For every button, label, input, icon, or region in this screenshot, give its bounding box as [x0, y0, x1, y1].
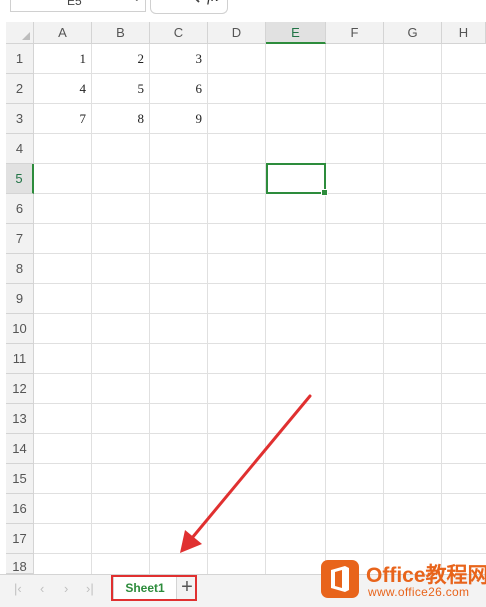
row-header-10[interactable]: 10	[6, 314, 34, 344]
row-header-4[interactable]: 4	[6, 134, 34, 164]
row-header-17[interactable]: 17	[6, 524, 34, 554]
cell-c1[interactable]: 3	[150, 44, 208, 74]
column-header-b[interactable]: B	[92, 22, 150, 44]
gridline	[34, 223, 486, 224]
row-header-7[interactable]: 7	[6, 224, 34, 254]
cell-a2[interactable]: 4	[34, 74, 92, 104]
row-header-9[interactable]: 9	[6, 284, 34, 314]
row-header-3[interactable]: 3	[6, 104, 34, 134]
gridline	[34, 343, 486, 344]
gridline	[34, 493, 486, 494]
cell-b3[interactable]: 8	[92, 104, 150, 134]
gridline	[265, 44, 266, 574]
row-header-8[interactable]: 8	[6, 254, 34, 284]
spreadsheet-grid[interactable]: A B C D E F G H 1 2 3 4 5 6 7 8 9 10 11 …	[0, 0, 486, 606]
row-header-13[interactable]: 13	[6, 404, 34, 434]
column-header-g[interactable]: G	[384, 22, 442, 44]
office-logo-icon	[321, 560, 359, 598]
gridline	[34, 403, 486, 404]
row-header-5[interactable]: 5	[6, 164, 34, 194]
gridline	[34, 283, 486, 284]
next-sheet-icon[interactable]: ›	[64, 581, 68, 596]
row-header-1[interactable]: 1	[6, 44, 34, 74]
cell-c3[interactable]: 9	[150, 104, 208, 134]
row-header-11[interactable]: 11	[6, 344, 34, 374]
active-cell-selection[interactable]	[266, 163, 328, 196]
gridline	[34, 193, 486, 194]
first-sheet-icon[interactable]: |‹	[14, 581, 22, 596]
watermark: Office教程网 www.office26.com	[318, 557, 486, 603]
row-header-16[interactable]: 16	[6, 494, 34, 524]
cell-c2[interactable]: 6	[150, 74, 208, 104]
cell-a3[interactable]: 7	[34, 104, 92, 134]
row-header-6[interactable]: 6	[6, 194, 34, 224]
gridline	[34, 373, 486, 374]
fill-handle[interactable]	[321, 189, 328, 196]
gridline	[441, 44, 442, 574]
gridline	[34, 253, 486, 254]
select-all-corner[interactable]	[6, 22, 34, 44]
gridline	[325, 44, 326, 574]
gridline	[34, 523, 486, 524]
column-header-f[interactable]: F	[326, 22, 384, 44]
gridline	[34, 553, 486, 554]
prev-sheet-icon[interactable]: ‹	[40, 581, 44, 596]
cell-b2[interactable]: 5	[92, 74, 150, 104]
cell-a1[interactable]: 1	[34, 44, 92, 74]
row-header-12[interactable]: 12	[6, 374, 34, 404]
gridline	[34, 433, 486, 434]
cell-b1[interactable]: 2	[92, 44, 150, 74]
annotation-highlight-box	[111, 575, 197, 601]
row-header-14[interactable]: 14	[6, 434, 34, 464]
gridline	[34, 463, 486, 464]
row-header-18[interactable]: 18	[6, 554, 34, 574]
row-header-2[interactable]: 2	[6, 74, 34, 104]
gridline	[34, 313, 486, 314]
column-header-e[interactable]: E	[266, 22, 326, 44]
column-header-a[interactable]: A	[34, 22, 92, 44]
gridline	[34, 163, 486, 164]
column-header-c[interactable]: C	[150, 22, 208, 44]
row-header-15[interactable]: 15	[6, 464, 34, 494]
last-sheet-icon[interactable]: ›|	[86, 581, 94, 596]
gridline	[383, 44, 384, 574]
watermark-url: www.office26.com	[368, 585, 470, 599]
column-header-h[interactable]: H	[442, 22, 486, 44]
column-header-d[interactable]: D	[208, 22, 266, 44]
